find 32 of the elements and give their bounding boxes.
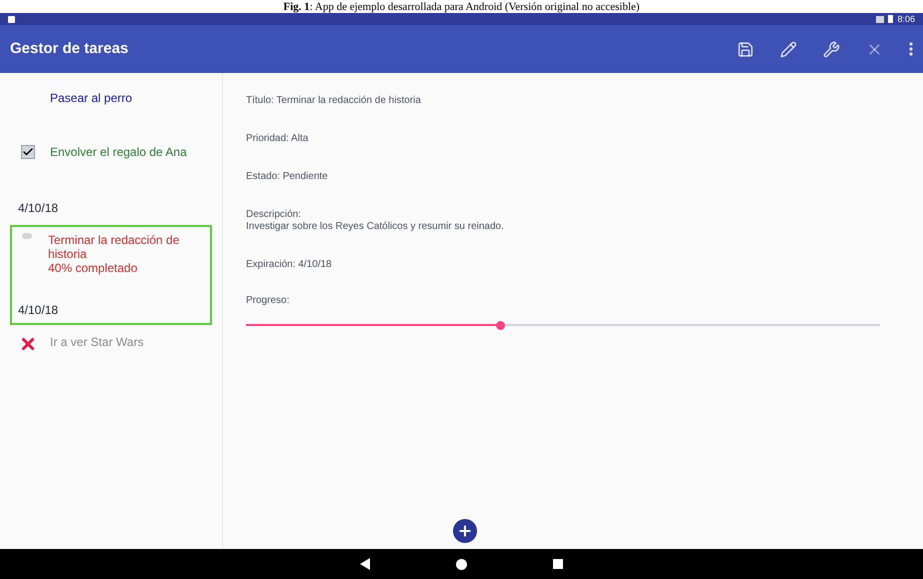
task-item[interactable]: Terminar la redacción de historia 40% completado 4/10/18	[10, 225, 212, 325]
task-title: Terminar la redacción de historia	[48, 233, 180, 261]
wrench-icon	[823, 40, 840, 58]
battery-icon	[888, 15, 894, 23]
pencil-icon	[780, 40, 797, 58]
plus-icon	[457, 523, 473, 539]
task-title: Pasear al perro	[50, 91, 132, 105]
detail-text: Título: Terminar la redacción de historia	[246, 95, 422, 107]
add-button[interactable]	[453, 519, 477, 543]
progress-slider[interactable]	[246, 320, 880, 330]
back-button[interactable]	[360, 558, 370, 570]
task-item[interactable]: Pasear al perro	[10, 83, 212, 135]
home-button[interactable]	[456, 558, 467, 570]
more-icon	[909, 42, 913, 56]
app-title: Gestor de tareas	[10, 38, 130, 59]
save-icon	[737, 40, 754, 58]
task-date: 4/10/18	[18, 302, 60, 319]
progress-label: Progreso:	[246, 294, 290, 308]
checked-checkbox-icon[interactable]	[21, 145, 35, 159]
task-title: Ir a ver Star Wars	[50, 335, 144, 349]
task-date: 4/10/18	[18, 200, 60, 217]
task-title: Envolver el regalo de Ana	[50, 145, 187, 159]
detail-text: Expiración: 4/10/18	[246, 259, 333, 271]
detail-text: Prioridad: Alta	[246, 133, 310, 145]
clock-text: 8:06	[897, 14, 915, 24]
detail-text: Estado: Pendiente	[246, 171, 329, 183]
task-progress: 40% completado	[48, 261, 138, 275]
figure-caption: Fig. 1: App de ejemplo desarrollada para Android (Versión original no accesible)	[283, 2, 640, 13]
cross-icon	[19, 335, 37, 353]
task-item[interactable]: Envolver el regalo de Ana 4/10/18	[10, 137, 212, 223]
detail-text: Descripción: Investigar sobre los Reyes Católicos y resumir su reinado.	[246, 209, 505, 233]
notification-icon	[8, 16, 15, 22]
